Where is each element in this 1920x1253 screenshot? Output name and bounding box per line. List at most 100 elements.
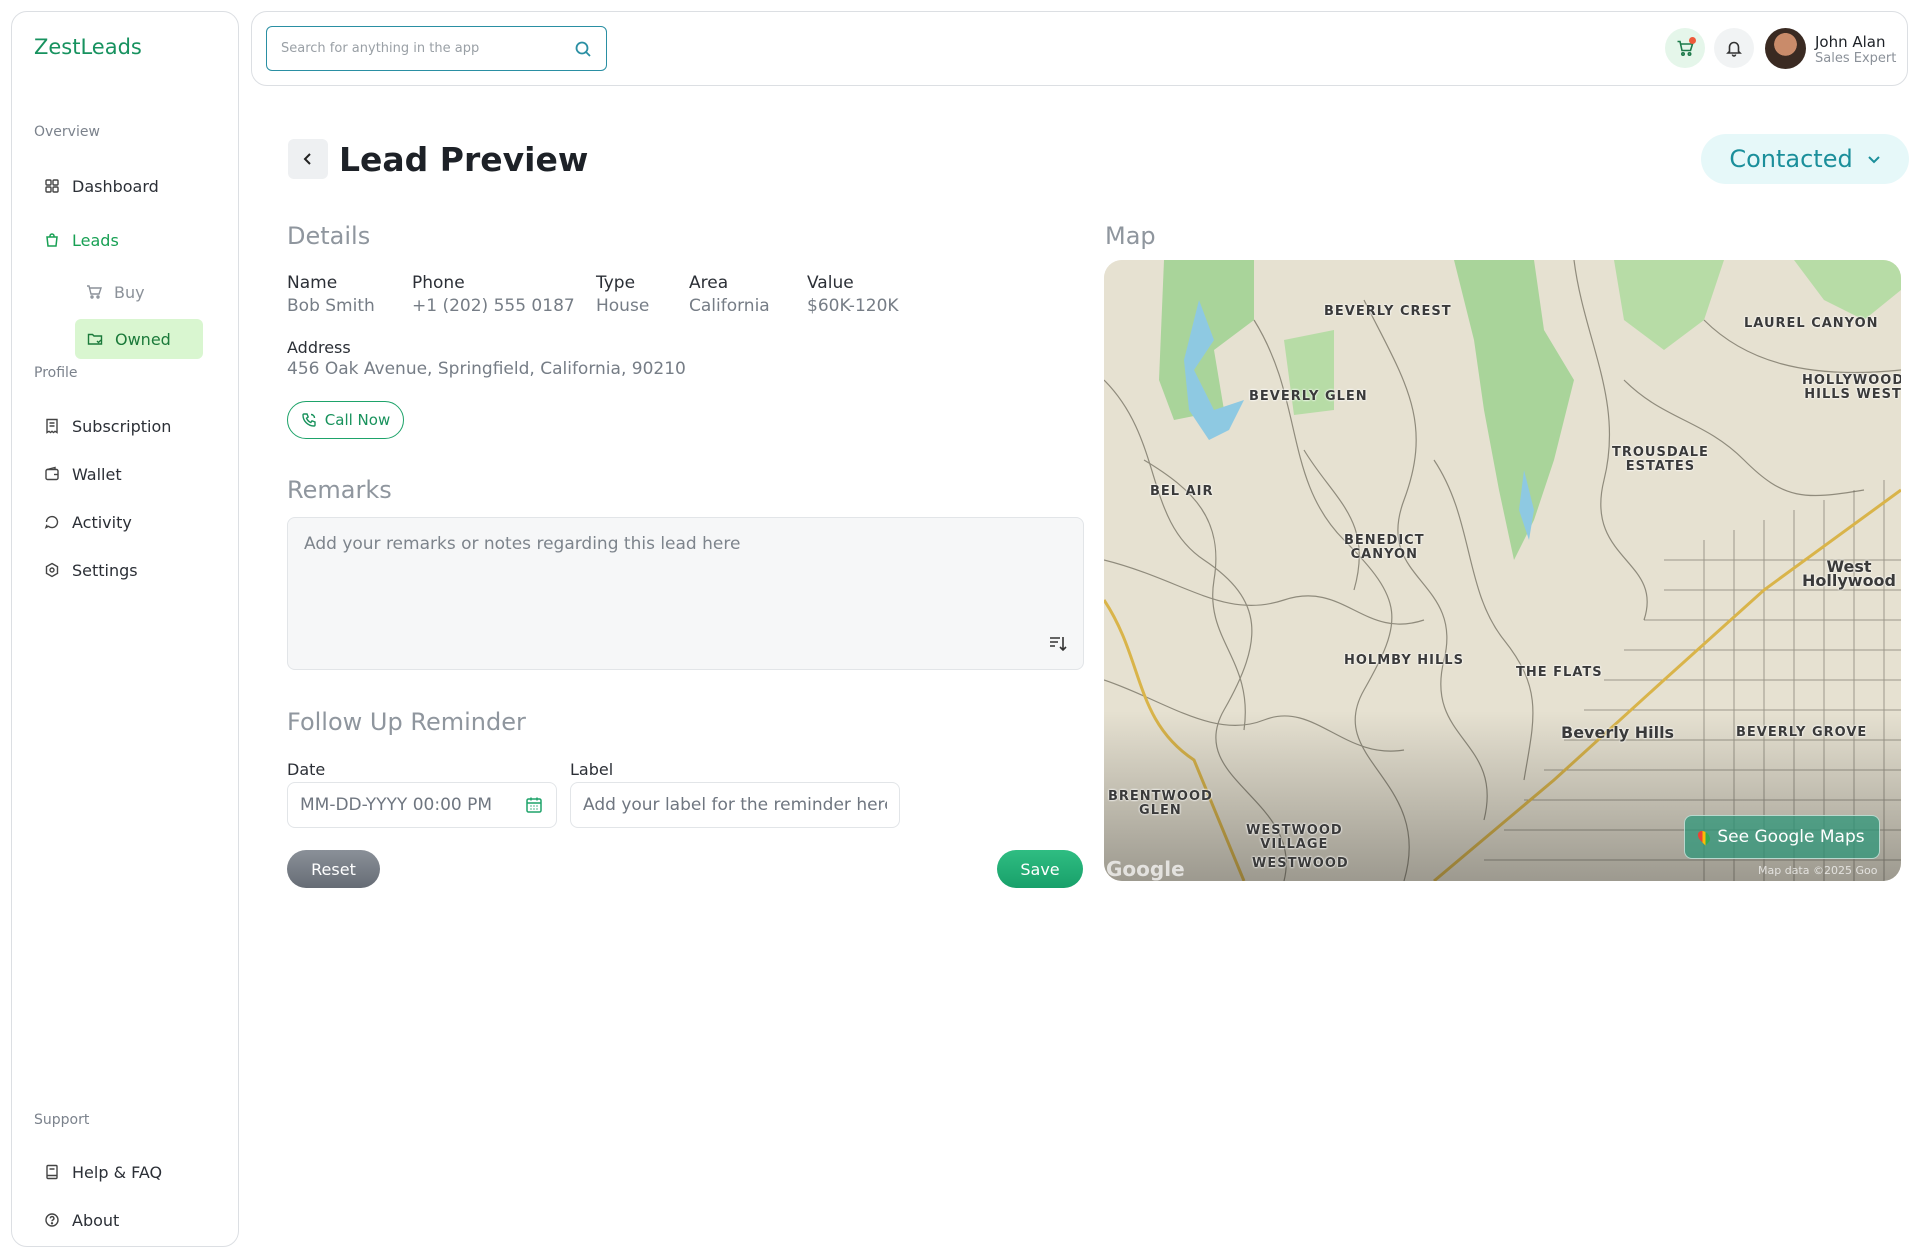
sidebar-item-help[interactable]: Help & FAQ <box>32 1155 174 1189</box>
page-title: Lead Preview <box>339 140 589 179</box>
calendar-icon[interactable] <box>524 795 544 815</box>
remarks-box <box>287 517 1084 670</box>
bell-icon <box>1726 41 1742 57</box>
section-label-profile: Profile <box>34 365 78 381</box>
activity-icon <box>44 515 59 529</box>
settings-icon <box>45 562 59 578</box>
sidebar-item-subscription[interactable]: Subscription <box>32 409 183 443</box>
phone-value: +1 (202) 555 0187 <box>412 296 575 316</box>
map-label-line: HOLLYWOOD <box>1802 373 1901 388</box>
sidebar-item-owned[interactable]: Owned <box>75 319 203 359</box>
user-name: John Alan <box>1815 33 1886 51</box>
sidebar-item-activity[interactable]: Activity <box>32 505 144 539</box>
map-place-beverly-glen: BEVERLY GLEN <box>1249 389 1368 404</box>
map-label-line: BENEDICT <box>1344 533 1425 548</box>
google-maps-pin-icon <box>1695 828 1713 846</box>
sidebar-item-label: Settings <box>72 560 138 580</box>
address-label: Address <box>287 338 351 357</box>
map-label-line: BRENTWOOD <box>1108 789 1213 804</box>
map-place-beverly-grove: BEVERLY GROVE <box>1736 725 1868 740</box>
label-input[interactable] <box>583 795 887 815</box>
map-view[interactable]: BEVERLY CREST LAUREL CANYON HOLLYWOOD HI… <box>1104 260 1901 881</box>
status-dropdown[interactable]: Contacted <box>1701 134 1909 184</box>
search-box[interactable] <box>266 26 607 71</box>
notifications-button[interactable] <box>1714 28 1754 68</box>
date-field[interactable] <box>287 782 557 828</box>
map-label-line: VILLAGE <box>1260 837 1329 852</box>
save-button[interactable]: Save <box>997 850 1083 888</box>
sidebar-item-label: Subscription <box>72 416 172 436</box>
cart-badge <box>1689 37 1696 44</box>
sidebar-item-label: Dashboard <box>72 176 159 196</box>
cart-button[interactable] <box>1665 28 1705 68</box>
label-field[interactable] <box>570 782 900 828</box>
wallet-icon <box>45 466 59 481</box>
sidebar-item-leads[interactable]: Leads <box>32 223 131 257</box>
map-label-line: GLEN <box>1139 803 1182 818</box>
back-button[interactable] <box>288 139 328 179</box>
search-icon[interactable] <box>574 40 592 58</box>
question-circle-icon <box>45 1213 59 1227</box>
section-label-support: Support <box>34 1112 90 1128</box>
sidebar-item-buy[interactable]: Buy <box>74 275 157 309</box>
map-place-hollywood-hills-west: HOLLYWOOD HILLS WEST <box>1802 374 1901 402</box>
avatar[interactable] <box>1765 28 1806 69</box>
map-place-holmby-hills: HOLMBY HILLS <box>1344 653 1464 668</box>
map-label-line: HILLS WEST <box>1804 387 1901 402</box>
leads-bag-icon <box>46 233 58 247</box>
sidebar-item-label: Leads <box>72 230 119 250</box>
value-label: Value <box>807 273 854 293</box>
map-label-line: WESTWOOD <box>1246 823 1343 838</box>
map-place-beverly-crest: BEVERLY CREST <box>1324 304 1452 319</box>
sidebar: ZestLeads Overview Dashboard Leads Buy O… <box>11 11 239 1247</box>
receipt-icon <box>46 418 58 434</box>
reminder-heading: Follow Up Reminder <box>287 708 526 736</box>
see-google-maps-button[interactable]: See Google Maps <box>1684 815 1880 859</box>
type-label: Type <box>596 273 636 293</box>
chevron-down-icon <box>1867 156 1880 164</box>
area-value: California <box>689 296 770 316</box>
phone-label: Phone <box>412 273 465 293</box>
sidebar-item-label: Help & FAQ <box>72 1162 163 1182</box>
sidebar-item-label: Owned <box>115 329 171 349</box>
sidebar-item-label: Wallet <box>72 464 122 484</box>
sidebar-item-label: About <box>72 1210 120 1230</box>
map-place-brentwood-glen: BRENTWOOD GLEN <box>1108 790 1213 818</box>
sidebar-item-about[interactable]: About <box>32 1203 131 1237</box>
map-place-westwood: WESTWOOD <box>1252 856 1349 871</box>
brand-logo[interactable]: ZestLeads <box>34 35 142 59</box>
map-place-benedict-canyon: BENEDICT CANYON <box>1344 534 1425 562</box>
map-place-the-flats: THE FLATS <box>1516 665 1603 680</box>
name-value: Bob Smith <box>287 296 375 316</box>
chevron-left-icon <box>303 153 311 165</box>
label-label: Label <box>570 760 614 779</box>
value-value: $60K-120K <box>807 296 899 316</box>
call-now-button[interactable]: Call Now <box>287 401 404 439</box>
search-input[interactable] <box>281 41 574 56</box>
sidebar-item-label: Activity <box>72 512 132 532</box>
map-heading: Map <box>1105 222 1156 250</box>
map-place-westwood-village: WESTWOOD VILLAGE <box>1246 824 1343 852</box>
folder-icon <box>87 333 103 345</box>
sidebar-item-settings[interactable]: Settings <box>32 553 150 587</box>
google-logo: Google <box>1106 857 1185 881</box>
sidebar-item-dashboard[interactable]: Dashboard <box>32 169 171 203</box>
type-value: House <box>596 296 650 316</box>
dashboard-icon <box>45 179 59 193</box>
map-place-bel-air: BEL AIR <box>1150 484 1214 499</box>
map-place-laurel-canyon: LAUREL CANYON <box>1744 316 1879 331</box>
phone-icon <box>302 413 316 427</box>
section-label-overview: Overview <box>34 124 100 140</box>
date-input[interactable] <box>300 795 516 815</box>
remarks-heading: Remarks <box>287 476 392 504</box>
map-attribution[interactable]: Map data ©2025 Goo <box>1758 864 1877 877</box>
top-bar: John Alan Sales Expert <box>251 11 1908 86</box>
sidebar-item-wallet[interactable]: Wallet <box>32 457 134 491</box>
sort-icon[interactable] <box>1047 633 1069 655</box>
map-label-line: ESTATES <box>1625 459 1696 474</box>
reset-button[interactable]: Reset <box>287 850 380 888</box>
sidebar-item-label: Buy <box>114 282 145 302</box>
remarks-textarea[interactable] <box>288 518 1083 669</box>
map-label-line: CANYON <box>1350 547 1418 562</box>
see-google-maps-label: See Google Maps <box>1717 827 1865 847</box>
